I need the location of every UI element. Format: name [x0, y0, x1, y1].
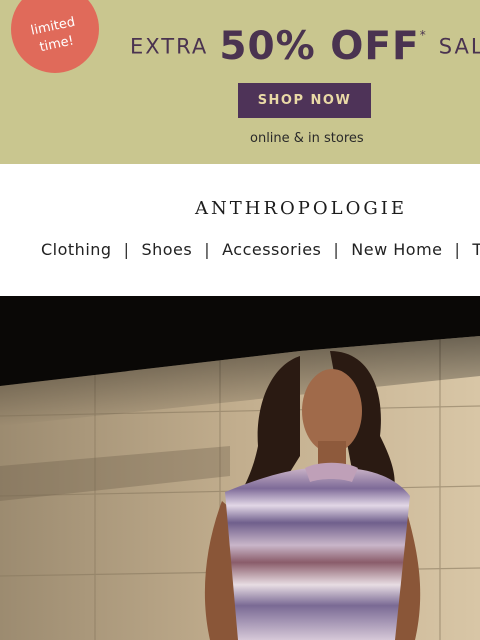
promo-headline: EXTRA 50% OFF* SALE: [130, 24, 480, 69]
nav-separator: |: [204, 240, 211, 259]
nav-item-new-home[interactable]: New Home: [351, 240, 442, 259]
category-nav: Clothing | Shoes | Accessories | New Home | T: [41, 240, 480, 259]
nav-item-shoes[interactable]: Shoes: [141, 240, 192, 259]
promo-tail: SALE: [438, 34, 480, 59]
brand-logo[interactable]: ANTHROPOLOGIE: [0, 198, 480, 219]
nav-item-partial[interactable]: T: [472, 240, 480, 259]
shop-now-button[interactable]: SHOP NOW: [238, 83, 371, 118]
promo-discount: 50% OFF: [219, 24, 420, 69]
nav-separator: |: [123, 240, 130, 259]
limited-time-badge: limited time!: [11, 0, 99, 73]
hero-photo: [0, 296, 480, 640]
promo-subtext: online & in stores: [250, 131, 364, 146]
nav-separator: |: [333, 240, 340, 259]
promo-lead: EXTRA: [130, 34, 209, 59]
nav-item-clothing[interactable]: Clothing: [41, 240, 112, 259]
hero-image[interactable]: [0, 296, 480, 640]
nav-item-accessories[interactable]: Accessories: [222, 240, 321, 259]
promo-asterisk: *: [419, 28, 426, 42]
badge-label: limited time!: [29, 14, 77, 56]
nav-separator: |: [454, 240, 461, 259]
promo-banner[interactable]: limited time! EXTRA 50% OFF* SALE SHOP N…: [0, 0, 480, 164]
